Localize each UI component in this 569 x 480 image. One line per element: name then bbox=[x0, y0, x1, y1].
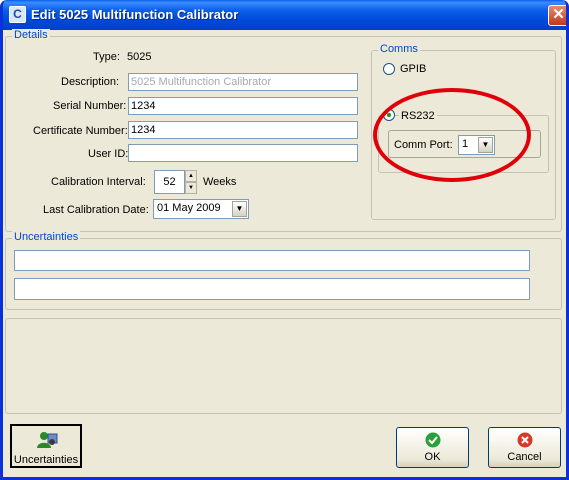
ok-button-label: OK bbox=[424, 451, 441, 463]
cancel-icon bbox=[517, 432, 533, 448]
certificate-number-label: Certificate Number: bbox=[33, 125, 128, 137]
cancel-button[interactable]: Cancel bbox=[488, 427, 561, 468]
last-calibration-date-picker[interactable]: 01 May 2009 ▼ bbox=[153, 199, 249, 219]
calibration-interval-label: Calibration Interval: bbox=[51, 176, 146, 188]
uncertainty-field-1[interactable] bbox=[14, 250, 530, 271]
user-id-field[interactable] bbox=[128, 144, 358, 162]
uncertainties-group-label: Uncertainties bbox=[12, 231, 81, 243]
window-title: Edit 5025 Multifunction Calibrator bbox=[31, 7, 239, 22]
description-field[interactable]: 5025 Multifunction Calibrator bbox=[128, 73, 358, 91]
calibration-interval-spinner[interactable]: ▲ ▼ bbox=[185, 170, 197, 194]
spin-up-icon[interactable]: ▲ bbox=[185, 170, 197, 182]
spin-down-icon[interactable]: ▼ bbox=[185, 182, 197, 194]
description-label: Description: bbox=[61, 76, 120, 88]
interval-unit-label: Weeks bbox=[203, 176, 237, 188]
title-bar[interactable]: C Edit 5025 Multifunction Calibrator ✕ bbox=[3, 0, 566, 30]
type-label: Type: bbox=[93, 51, 120, 63]
cancel-button-label: Cancel bbox=[507, 451, 542, 463]
users-icon bbox=[37, 432, 58, 448]
gpib-label[interactable]: GPIB bbox=[400, 63, 426, 75]
details-group-label: Details bbox=[12, 29, 50, 41]
certificate-number-field[interactable]: 1234 bbox=[128, 121, 358, 139]
red-highlight-circle bbox=[373, 88, 531, 182]
comms-group-label: Comms bbox=[378, 43, 420, 55]
serial-number-label: Serial Number: bbox=[53, 100, 127, 112]
close-button[interactable]: ✕ bbox=[548, 5, 566, 26]
uncertainties-button[interactable]: Uncertainties bbox=[10, 424, 82, 468]
empty-panel bbox=[5, 318, 562, 414]
calibration-interval-field[interactable]: 52 bbox=[154, 170, 185, 194]
last-calibration-date-label: Last Calibration Date: bbox=[43, 204, 149, 216]
type-value: 5025 bbox=[127, 51, 152, 63]
last-calibration-date-value: 01 May 2009 bbox=[157, 202, 221, 214]
gpib-radio[interactable] bbox=[383, 63, 395, 75]
uncertainty-field-2[interactable] bbox=[14, 278, 530, 300]
check-icon bbox=[425, 432, 441, 448]
calibrator-app-icon: C bbox=[9, 6, 26, 23]
serial-number-field[interactable]: 1234 bbox=[128, 97, 358, 115]
uncertainties-button-label: Uncertainties bbox=[13, 454, 79, 466]
user-id-label: User ID: bbox=[88, 148, 129, 160]
ok-button[interactable]: OK bbox=[396, 427, 469, 468]
dialog-window: C Edit 5025 Multifunction Calibrator ✕ D… bbox=[0, 0, 569, 480]
chevron-down-icon[interactable]: ▼ bbox=[232, 201, 247, 217]
